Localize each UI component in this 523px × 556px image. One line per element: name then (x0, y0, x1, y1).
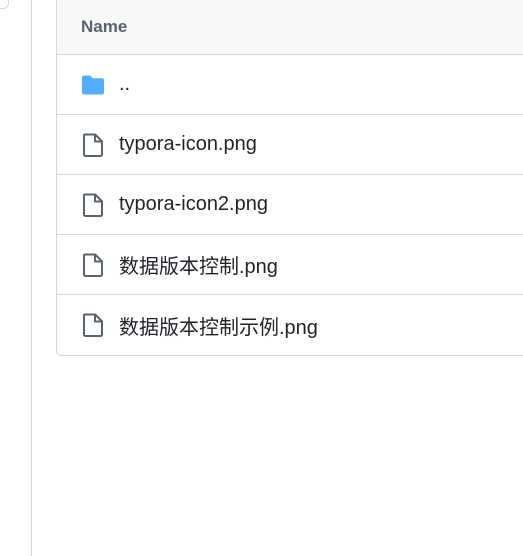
left-panel-corner (0, 0, 9, 9)
column-header-name[interactable]: Name (81, 17, 127, 37)
left-panel (0, 0, 32, 556)
file-icon (80, 192, 106, 218)
file-row-label[interactable]: typora-icon2.png (119, 193, 268, 216)
file-icon (80, 252, 106, 278)
file-row-parent-directory[interactable]: .. (57, 55, 523, 115)
file-row-typora-icon[interactable]: typora-icon.png (57, 115, 523, 175)
file-row-typora-icon2[interactable]: typora-icon2.png (57, 175, 523, 235)
file-row-label[interactable]: 数据版本控制.png (119, 250, 278, 279)
file-icon (80, 132, 106, 158)
file-list-table: Name .. typora-icon.png typora-icon2.png (56, 0, 523, 356)
file-row-label[interactable]: 数据版本控制示例.png (119, 311, 318, 340)
file-icon (80, 312, 106, 338)
folder-icon (80, 72, 106, 98)
file-row-label[interactable]: .. (119, 73, 130, 96)
file-row-data-version-control[interactable]: 数据版本控制.png (57, 235, 523, 295)
table-header: Name (57, 0, 523, 55)
file-row-label[interactable]: typora-icon.png (119, 133, 257, 156)
file-row-data-version-control-example[interactable]: 数据版本控制示例.png (57, 295, 523, 355)
